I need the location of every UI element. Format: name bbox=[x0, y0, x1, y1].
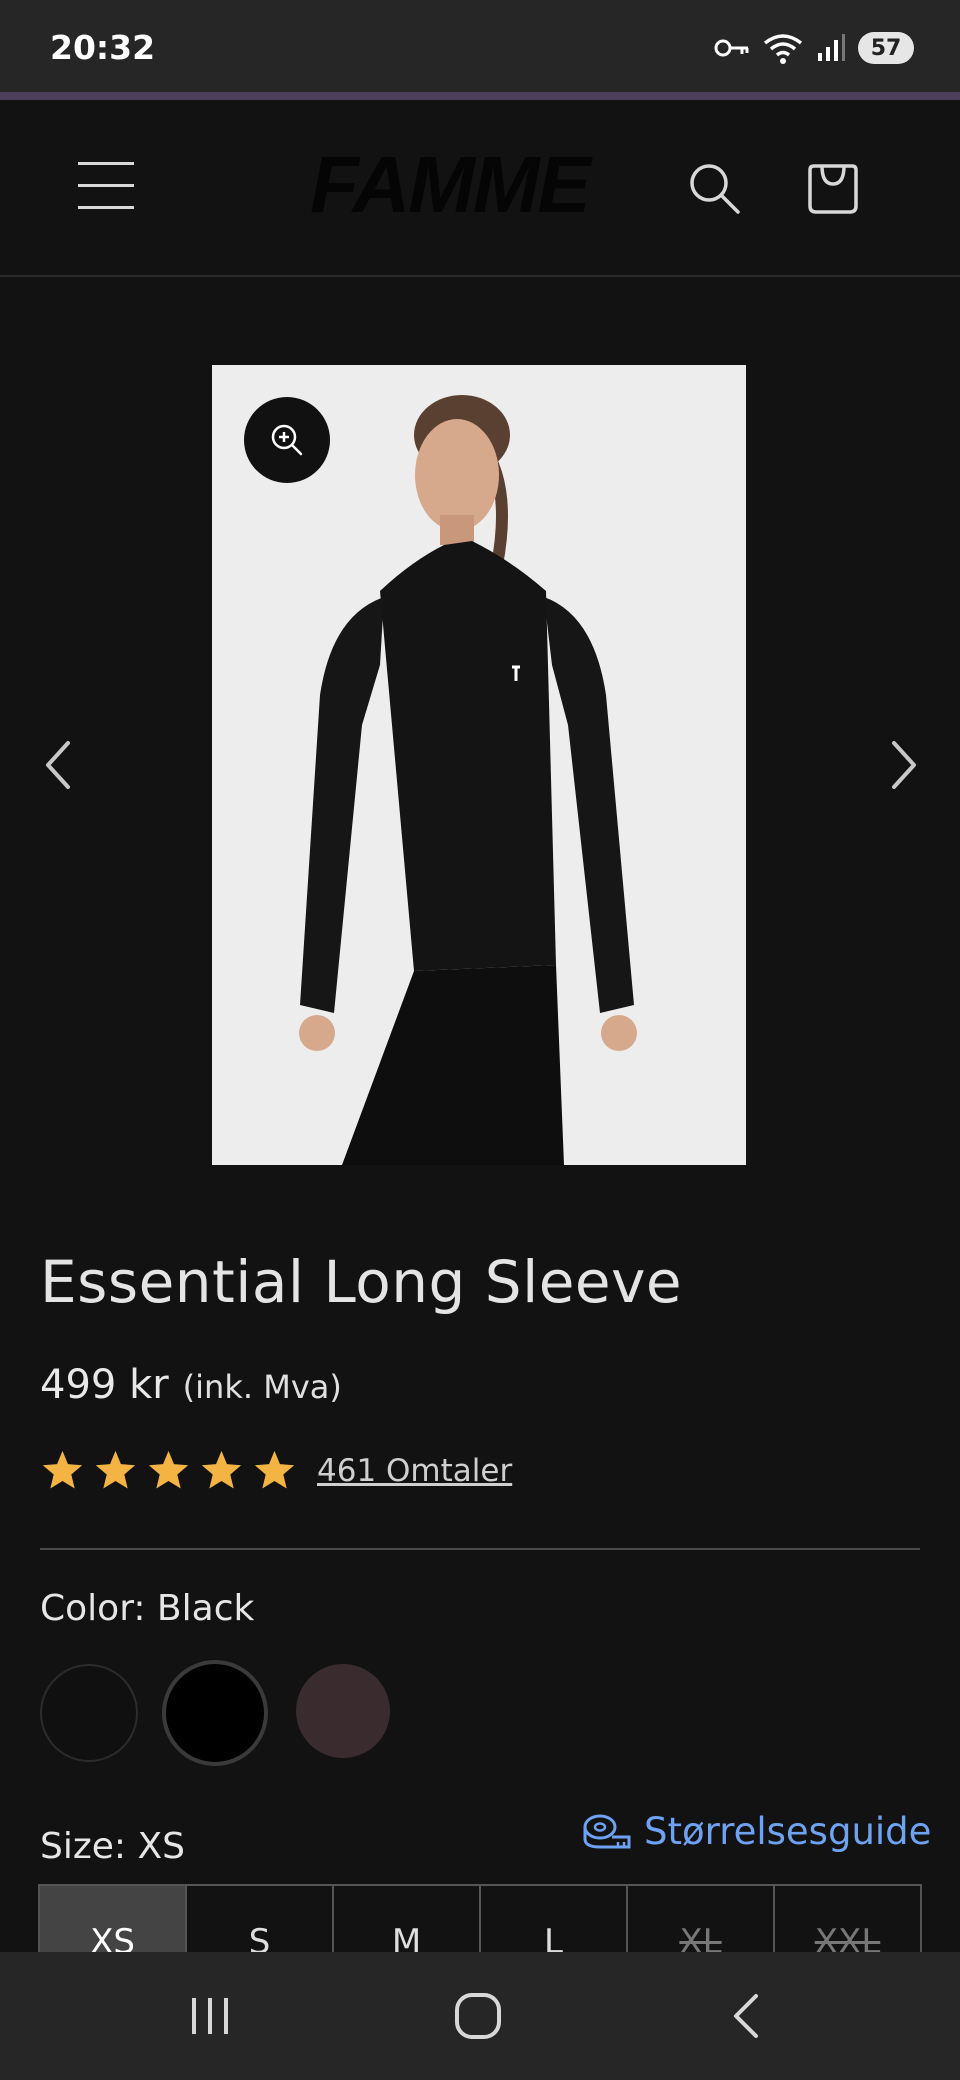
brand-logo[interactable]: FAMME bbox=[310, 140, 630, 230]
battery-indicator: 57 bbox=[858, 32, 914, 64]
status-bar: 20:32 57 bbox=[0, 0, 960, 92]
menu-button[interactable] bbox=[78, 162, 134, 212]
product-gallery bbox=[0, 275, 960, 1220]
product-title: Essential Long Sleeve bbox=[40, 1248, 683, 1316]
divider bbox=[40, 1548, 920, 1550]
status-time: 20:32 bbox=[50, 28, 156, 67]
measuring-tape-icon bbox=[583, 1814, 631, 1848]
model-photo bbox=[212, 365, 746, 1165]
star-icon bbox=[254, 1450, 295, 1489]
site-header: FAMME bbox=[0, 100, 960, 277]
recent-apps-icon bbox=[192, 1998, 228, 2034]
menu-line bbox=[78, 162, 134, 165]
home-icon bbox=[455, 1993, 501, 2039]
back-button[interactable] bbox=[718, 1986, 778, 2046]
chevron-left-icon bbox=[46, 741, 70, 789]
zoom-button[interactable] bbox=[244, 397, 330, 483]
back-icon bbox=[734, 1994, 758, 2038]
shopping-bag-icon bbox=[808, 164, 858, 214]
previous-image-button[interactable] bbox=[38, 735, 82, 795]
star-icon bbox=[201, 1450, 242, 1489]
rating-row: 461 Omtaler bbox=[40, 1448, 512, 1493]
chevron-right-icon bbox=[892, 741, 916, 789]
reviews-link[interactable]: 461 Omtaler bbox=[317, 1453, 512, 1489]
color-swatch-black-selected[interactable] bbox=[162, 1660, 268, 1766]
next-image-button[interactable] bbox=[880, 735, 924, 795]
star-icon bbox=[148, 1450, 189, 1489]
menu-line bbox=[78, 206, 134, 209]
color-swatch-brown[interactable] bbox=[296, 1664, 390, 1758]
cart-button[interactable] bbox=[804, 160, 862, 218]
star-icon bbox=[95, 1450, 136, 1489]
menu-line bbox=[78, 184, 134, 187]
wifi-icon bbox=[763, 34, 803, 64]
size-guide-label: Størrelsesguide bbox=[644, 1810, 932, 1853]
home-button[interactable] bbox=[448, 1986, 508, 2046]
price-vat-note: (ink. Mva) bbox=[182, 1368, 342, 1406]
search-icon bbox=[690, 164, 740, 214]
size-label: Size: XS bbox=[40, 1826, 185, 1867]
product-image[interactable] bbox=[212, 365, 746, 1165]
color-label: Color: Black bbox=[40, 1588, 255, 1629]
accent-line bbox=[0, 92, 960, 100]
color-swatch-black-1[interactable] bbox=[40, 1664, 138, 1762]
system-navigation-bar bbox=[0, 1952, 960, 2080]
recent-apps-button[interactable] bbox=[180, 1986, 240, 2046]
rating-stars bbox=[40, 1448, 297, 1493]
product-price: 499 kr bbox=[40, 1362, 169, 1408]
size-guide-link[interactable]: Størrelsesguide bbox=[582, 1810, 931, 1853]
signal-icon bbox=[818, 34, 845, 61]
star-icon bbox=[42, 1450, 83, 1489]
search-button[interactable] bbox=[686, 160, 742, 216]
price-row: 499 kr (ink. Mva) bbox=[40, 1362, 342, 1408]
zoom-in-icon bbox=[271, 424, 303, 456]
vpn-key-icon bbox=[714, 39, 749, 57]
status-icons: 57 bbox=[714, 30, 914, 66]
